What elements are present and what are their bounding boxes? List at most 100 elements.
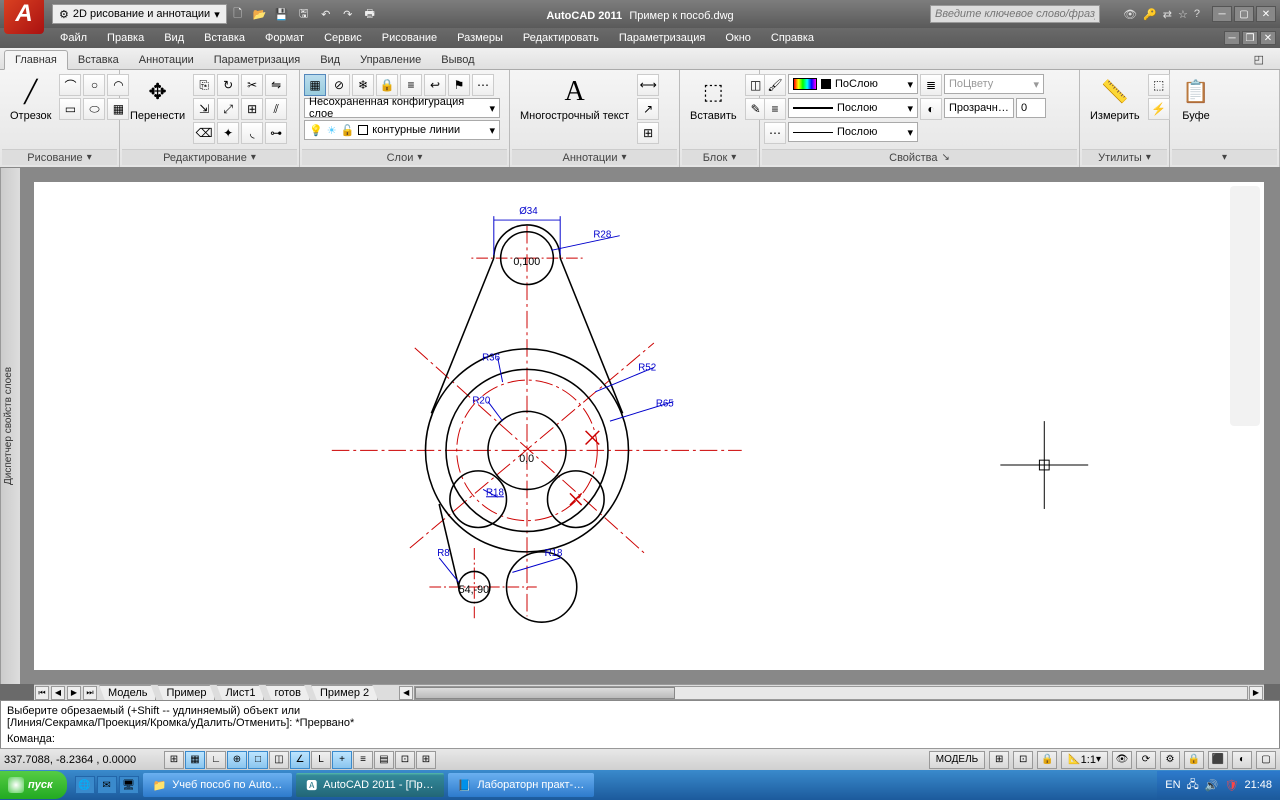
panel-properties-title[interactable]: Свойства ↘ <box>762 149 1077 165</box>
menu-file[interactable]: Файл <box>50 29 97 47</box>
layer-lock-icon[interactable]: 🔒 <box>376 74 398 96</box>
maximize-button[interactable]: ▢ <box>1234 6 1254 22</box>
ann-scale-icon[interactable]: 🔒 <box>1037 751 1057 769</box>
ann-auto-icon[interactable]: ⟳ <box>1136 751 1156 769</box>
layout-tab-3[interactable]: готов <box>265 685 310 701</box>
osnap-icon[interactable]: □ <box>248 751 268 769</box>
quick-launch-2[interactable]: ✉ <box>97 776 117 794</box>
match-props-icon[interactable]: 🖌 <box>764 74 786 96</box>
layout-first-icon[interactable]: ⏮ <box>35 686 49 700</box>
snap-mode-icon[interactable]: ⊞ <box>164 751 184 769</box>
menu-modify[interactable]: Редактировать <box>513 29 609 47</box>
start-button[interactable]: пуск <box>0 771 67 799</box>
panel-annotation-title[interactable]: Аннотации▾ <box>512 149 677 165</box>
ducs-icon[interactable]: L <box>311 751 331 769</box>
lineweight-icon[interactable]: ≡ <box>764 98 786 120</box>
app-logo-icon[interactable]: A <box>4 0 44 34</box>
tray-network-icon[interactable]: 🖧 <box>1187 776 1199 795</box>
layer-iso-icon[interactable]: ▦ <box>304 74 326 96</box>
leader-icon[interactable]: ↗ <box>637 98 659 120</box>
copy-icon[interactable]: ⎘ <box>193 74 215 96</box>
redo-icon[interactable]: ↷ <box>339 5 357 23</box>
polyline-icon[interactable]: ⌒ <box>59 74 81 96</box>
taskbar-item-1[interactable]: 📁Учеб пособ по Auto… <box>143 773 293 797</box>
star-icon[interactable]: ☆ <box>1178 8 1188 21</box>
menu-tools[interactable]: Сервис <box>314 29 372 47</box>
polar-icon[interactable]: ⊕ <box>227 751 247 769</box>
lwt-icon[interactable]: ≡ <box>353 751 373 769</box>
doc-restore-button[interactable]: ❐ <box>1242 31 1258 45</box>
hscrollbar[interactable] <box>414 686 1248 700</box>
menu-format[interactable]: Формат <box>255 29 314 47</box>
measure-button[interactable]: 📏Измерить <box>1084 74 1146 124</box>
new-icon[interactable]: 🗋 <box>229 5 247 23</box>
transparency-icon[interactable]: ◐ <box>920 98 942 120</box>
key-icon[interactable]: 🔑 <box>1143 8 1157 21</box>
array-icon[interactable]: ⊞ <box>241 98 263 120</box>
qp-icon[interactable]: ⊡ <box>395 751 415 769</box>
menu-draw[interactable]: Рисование <box>372 29 447 47</box>
workspace-dropdown[interactable]: ⚙ 2D рисование и аннотации ▾ <box>52 4 227 24</box>
drawing-canvas[interactable]: Ø34 R28 R52 R65 R36 R20 R18 R18 R8 0,100… <box>20 168 1280 684</box>
list-icon[interactable]: ≣ <box>920 74 942 96</box>
hscroll-right-icon[interactable]: ▶ <box>1249 686 1263 700</box>
layer-properties-palette[interactable]: Диспетчер свойств слоев <box>0 168 20 684</box>
layer-states-icon[interactable]: ⚑ <box>448 74 470 96</box>
layer-freeze-icon[interactable]: ❄ <box>352 74 374 96</box>
lineweight-dropdown[interactable]: Послою▾ <box>788 98 918 118</box>
panel-draw-title[interactable]: Рисование▾ <box>2 149 117 165</box>
layer-off-icon[interactable]: ⊘ <box>328 74 350 96</box>
layout-prev-icon[interactable]: ◀ <box>51 686 65 700</box>
menu-edit[interactable]: Правка <box>97 29 154 47</box>
layer-more-icon[interactable]: ⋯ <box>472 74 494 96</box>
panel-utilities-title[interactable]: Утилиты▾ <box>1082 149 1167 165</box>
tray-volume-icon[interactable]: 🔊 <box>1205 779 1219 792</box>
tab-insert[interactable]: Вставка <box>68 51 129 69</box>
plot-style-dropdown[interactable]: ПоЦвету▾ <box>944 74 1044 94</box>
doc-close-button[interactable]: ✕ <box>1260 31 1276 45</box>
erase-icon[interactable]: ⌫ <box>193 122 215 144</box>
annotation-scale-dropdown[interactable]: 📐1:1▾ <box>1061 751 1108 769</box>
sc-icon[interactable]: ⊞ <box>416 751 436 769</box>
dim-linear-icon[interactable]: ⟷ <box>637 74 659 96</box>
color-dropdown[interactable]: ПоСлою▾ <box>788 74 918 94</box>
layer-prev-icon[interactable]: ↩ <box>424 74 446 96</box>
menu-insert[interactable]: Вставка <box>194 29 255 47</box>
join-icon[interactable]: ⊶ <box>265 122 287 144</box>
layout-next-icon[interactable]: ▶ <box>67 686 81 700</box>
tab-home[interactable]: Главная <box>4 50 68 70</box>
osnap3d-icon[interactable]: ◫ <box>269 751 289 769</box>
otrack-icon[interactable]: ∠ <box>290 751 310 769</box>
layer-config-dropdown[interactable]: Несохраненная конфигурация слое▾ <box>304 98 500 118</box>
layer-current-dropdown[interactable]: 💡☀🔓 контурные линии▾ <box>304 120 500 140</box>
help-icon[interactable]: ? <box>1194 8 1200 21</box>
layout-last-icon[interactable]: ⏭ <box>83 686 97 700</box>
paste-button[interactable]: 📋Буфе <box>1174 74 1218 124</box>
close-button[interactable]: ✕ <box>1256 6 1276 22</box>
coordinates-display[interactable]: 337.7088, -8.2364 , 0.0000 <box>4 754 154 766</box>
help-search-input[interactable] <box>930 5 1100 23</box>
panel-clipboard-title[interactable]: ▾ <box>1172 149 1277 165</box>
clean-screen-icon[interactable]: ▢ <box>1256 751 1276 769</box>
layout-tab-4[interactable]: Пример 2 <box>311 685 378 701</box>
exchange-icon[interactable]: ⇄ <box>1163 8 1172 21</box>
undo-icon[interactable]: ↶ <box>317 5 335 23</box>
quick-launch-1[interactable]: 🌐 <box>75 776 95 794</box>
quick-launch-3[interactable]: 🖥 <box>119 776 139 794</box>
circle-icon[interactable]: ○ <box>83 74 105 96</box>
menu-dimension[interactable]: Размеры <box>447 29 513 47</box>
menu-view[interactable]: Вид <box>154 29 194 47</box>
quick-select-icon[interactable]: ⚡ <box>1148 98 1170 120</box>
grid-icon[interactable]: ▦ <box>185 751 205 769</box>
layout-tab-2[interactable]: Лист1 <box>216 685 264 701</box>
taskbar-item-3[interactable]: 📘Лабораторн практ-… <box>448 773 595 797</box>
tab-output[interactable]: Вывод <box>431 51 484 69</box>
hscroll-left-icon[interactable]: ◀ <box>399 686 413 700</box>
linetype-icon[interactable]: ⋯ <box>764 122 786 144</box>
tab-annotate[interactable]: Аннотации <box>129 51 204 69</box>
layer-match-icon[interactable]: ≡ <box>400 74 422 96</box>
line-button[interactable]: ╱Отрезок <box>4 74 57 124</box>
panel-block-title[interactable]: Блок▾ <box>682 149 757 165</box>
layout-tab-1[interactable]: Пример <box>157 685 215 701</box>
save-icon[interactable]: 💾 <box>273 5 291 23</box>
